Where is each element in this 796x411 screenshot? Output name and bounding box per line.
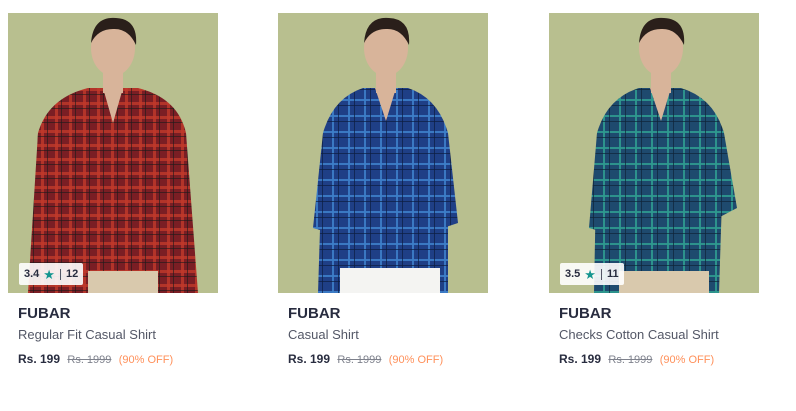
rating-count: 12	[65, 268, 79, 280]
product-photo	[8, 13, 218, 293]
price-mrp: Rs. 1999	[67, 354, 112, 366]
star-icon: ★	[43, 266, 55, 282]
product-photo	[278, 13, 488, 293]
price-mrp: Rs. 1999	[337, 354, 382, 366]
rating-badge: 3.5 ★ 11	[560, 263, 624, 285]
product-price: Rs. 199 Rs. 1999 (90% OFF)	[18, 351, 208, 368]
product-price: Rs. 199 Rs. 1999 (90% OFF)	[559, 351, 749, 368]
product-card[interactable]: 3.4 ★ 12 FUBAR Regular Fit Casual Shirt …	[8, 13, 218, 368]
product-brand[interactable]: FUBAR	[559, 305, 749, 323]
divider	[600, 268, 602, 280]
product-image[interactable]	[278, 13, 488, 293]
price-current: Rs. 199	[18, 352, 61, 366]
price-current: Rs. 199	[288, 352, 331, 366]
product-brand[interactable]: FUBAR	[288, 305, 478, 323]
star-icon: ★	[584, 266, 596, 282]
price-discount: (90% OFF)	[388, 354, 444, 366]
product-name[interactable]: Casual Shirt	[288, 327, 478, 343]
price-discount: (90% OFF)	[659, 354, 715, 366]
price-mrp: Rs. 1999	[608, 354, 653, 366]
product-photo	[549, 13, 759, 293]
product-price: Rs. 199 Rs. 1999 (90% OFF)	[288, 351, 478, 368]
rating-badge: 3.4 ★ 12	[19, 263, 84, 285]
product-brand[interactable]: FUBAR	[18, 305, 208, 323]
product-image[interactable]: 3.5 ★ 11	[549, 13, 759, 293]
rating-count: 11	[606, 268, 619, 280]
product-name[interactable]: Regular Fit Casual Shirt	[18, 327, 208, 343]
product-name[interactable]: Checks Cotton Casual Shirt	[559, 327, 749, 343]
product-image[interactable]: 3.4 ★ 12	[8, 13, 218, 293]
price-discount: (90% OFF)	[118, 354, 174, 366]
product-card[interactable]: 3.5 ★ 11 FUBAR Checks Cotton Casual Shir…	[549, 13, 759, 368]
price-current: Rs. 199	[559, 352, 602, 366]
product-card[interactable]: FUBAR Casual Shirt Rs. 199 Rs. 1999 (90%…	[278, 13, 488, 368]
rating-value: 3.5	[565, 268, 581, 280]
rating-value: 3.4	[24, 268, 40, 280]
divider	[59, 268, 61, 280]
